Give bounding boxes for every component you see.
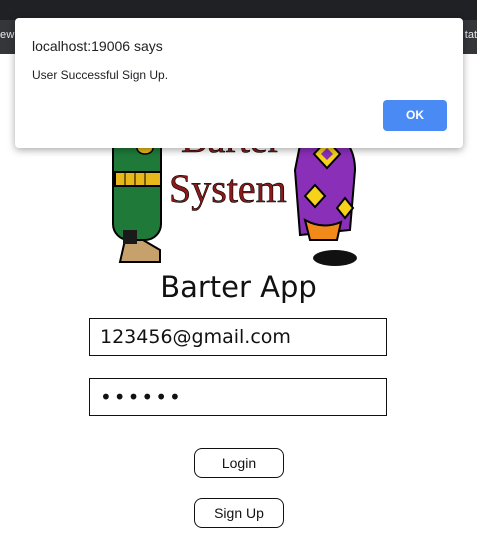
login-button[interactable]: Login <box>194 448 284 478</box>
app-title: Barter App <box>160 270 317 304</box>
ok-button[interactable]: OK <box>383 100 447 131</box>
screen: ewa tat System Barter App 123456@gmail.c… <box>0 0 477 554</box>
alert-dialog: localhost:19006 says User Successful Sig… <box>15 18 463 148</box>
alert-title: localhost:19006 says <box>32 38 163 54</box>
bookmark-fragment-right[interactable]: tat <box>465 29 477 41</box>
email-input[interactable]: 123456@gmail.com <box>89 318 387 356</box>
sign-up-button[interactable]: Sign Up <box>194 498 284 528</box>
password-input[interactable]: •••••• <box>89 378 387 416</box>
alert-message: User Successful Sign Up. <box>32 68 169 82</box>
logo-text-line2: System <box>169 166 287 211</box>
